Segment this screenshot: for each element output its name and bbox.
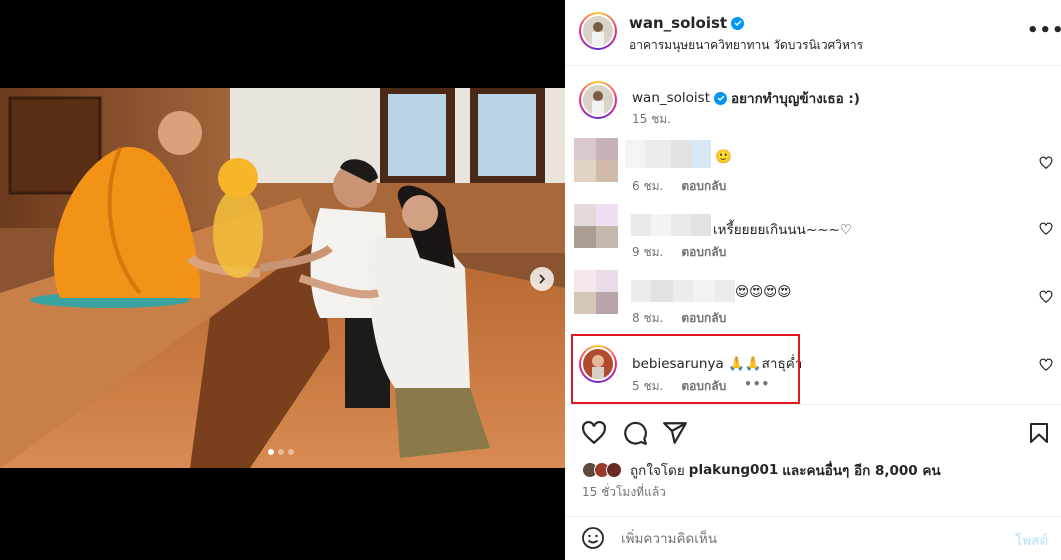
blurred-username	[631, 214, 711, 236]
emoji-icon[interactable]	[581, 526, 605, 550]
verified-badge-icon	[714, 91, 728, 105]
blurred-username	[631, 280, 735, 302]
caption-author[interactable]: wan_soloist	[632, 90, 710, 106]
comment-time: 6 ชม.	[632, 179, 664, 193]
comment-item: เหรี้ยยยยเกินนน~~~♡ 9 ชม. ตอบกลับ	[565, 202, 1061, 262]
blurred-avatar	[574, 270, 618, 314]
carousel-dot	[288, 449, 294, 455]
blurred-avatar	[574, 138, 618, 182]
likes-summary: ถูกใจโดย plakung001 และคนอื่นๆ อีก 8,000…	[582, 459, 941, 481]
verified-badge-icon	[731, 16, 745, 30]
post-side-panel: wan_soloist อาคารมนุษยนาควิทยาทาน วัดบวร…	[565, 0, 1061, 560]
like-comment-icon[interactable]	[1039, 222, 1053, 236]
carousel-dot	[278, 449, 284, 455]
caption-time: 15 ชม.	[632, 112, 671, 126]
carousel-indicator	[268, 449, 294, 455]
like-comment-icon[interactable]	[1039, 290, 1053, 304]
author-avatar[interactable]	[579, 12, 617, 50]
like-icon[interactable]	[581, 420, 607, 446]
caption-author-avatar[interactable]	[579, 81, 617, 119]
reply-button[interactable]: ตอบกลับ	[681, 243, 726, 262]
reply-button[interactable]: ตอบกลับ	[681, 177, 726, 196]
reply-button[interactable]: ตอบกลับ	[681, 309, 726, 328]
liker-avatar[interactable]	[606, 462, 622, 478]
more-options-icon[interactable]: •••	[1027, 20, 1061, 41]
save-bookmark-icon[interactable]	[1027, 420, 1051, 446]
caption: wan_soloist อยากทำบุญข้างเธอ :)	[632, 87, 860, 109]
comment-text: เหรี้ยยยยเกินนน~~~♡	[713, 222, 852, 238]
post-comment-button[interactable]: โพสต์	[1015, 529, 1048, 551]
comment-time: 9 ชม.	[632, 245, 664, 259]
comment-text: 🙂	[715, 149, 732, 165]
post-media	[0, 0, 565, 560]
posted-time[interactable]: 15 ชั่วโมงที่แล้ว	[582, 483, 666, 502]
carousel-dot-active	[268, 449, 274, 455]
comment-item: 🙂 6 ชม. ตอบกลับ	[565, 136, 1061, 196]
add-comment-bar: โพสต์	[565, 516, 1061, 560]
comment-highlight-box	[571, 334, 800, 404]
author-username[interactable]: wan_soloist	[629, 14, 727, 32]
share-icon[interactable]	[662, 420, 688, 446]
carousel-next-button[interactable]	[530, 267, 554, 291]
comment-text: 😍😍😍😍	[735, 284, 792, 300]
likes-others[interactable]: และคนอื่นๆ อีก 8,000 คน	[782, 459, 940, 481]
comment-item: 😍😍😍😍 8 ชม. ตอบกลับ	[565, 268, 1061, 328]
post-location[interactable]: อาคารมนุษยนาควิทยาทาน วัดบวรนิเวศวิหาร	[629, 36, 863, 55]
blurred-username	[625, 140, 711, 168]
likes-prefix: ถูกใจโดย	[630, 463, 685, 479]
comment-icon[interactable]	[622, 420, 648, 446]
caption-text: อยากทำบุญข้างเธอ :)	[731, 91, 860, 107]
like-comment-icon[interactable]	[1039, 156, 1053, 170]
comment-input[interactable]	[621, 529, 961, 549]
comment-time: 8 ชม.	[632, 311, 664, 325]
chevron-right-icon	[539, 274, 546, 284]
like-comment-icon[interactable]	[1039, 358, 1053, 372]
blurred-avatar	[574, 204, 618, 248]
post-header: wan_soloist อาคารมนุษยนาควิทยาทาน วัดบวร…	[565, 0, 1061, 66]
post-photo[interactable]	[0, 88, 565, 468]
likes-user[interactable]: plakung001	[689, 462, 778, 478]
